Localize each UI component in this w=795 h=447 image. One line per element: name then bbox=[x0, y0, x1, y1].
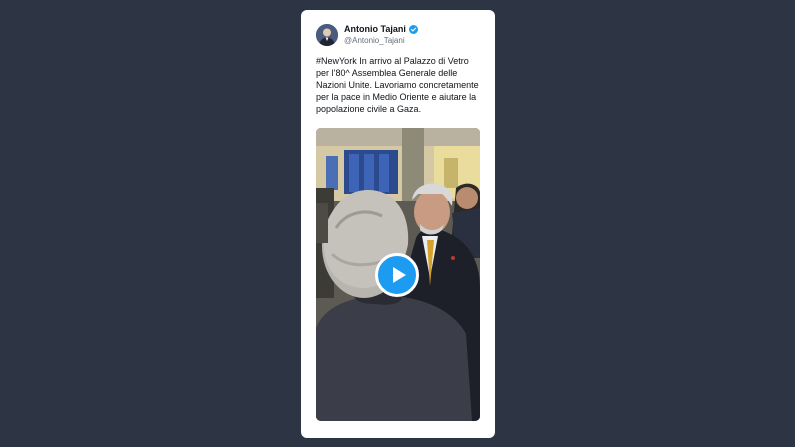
author-name[interactable]: Antonio Tajani bbox=[344, 24, 406, 35]
author-row[interactable]: Antonio Tajani @Antonio_Tajani bbox=[316, 22, 480, 48]
tweet-card[interactable]: Antonio Tajani @Antonio_Tajani #NewYork … bbox=[301, 10, 495, 438]
video-player[interactable] bbox=[316, 128, 480, 421]
play-icon bbox=[392, 267, 406, 283]
avatar-image bbox=[316, 24, 338, 46]
verified-badge-icon bbox=[408, 25, 418, 34]
avatar[interactable] bbox=[316, 24, 338, 46]
play-button[interactable] bbox=[375, 253, 419, 297]
author-handle[interactable]: @Antonio_Tajani bbox=[344, 36, 418, 46]
tweet-text: #NewYork In arrivo al Palazzo di Vetro p… bbox=[316, 56, 479, 114]
